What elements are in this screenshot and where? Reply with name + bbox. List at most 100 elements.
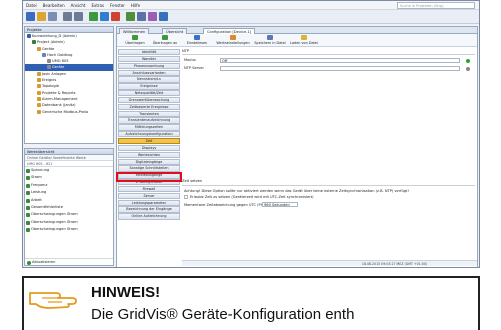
category-button[interactable]: Zeitbasierte Ereignisse <box>118 103 180 111</box>
category-button[interactable]: Netzqualität/Zeit <box>118 90 180 97</box>
read-settings-button[interactable]: Einstellesen <box>183 35 211 45</box>
software-window: Datei Bearbeiten Ansicht Extras Fenster … <box>22 0 480 268</box>
values-panel-title: Werteübersicht <box>27 150 55 154</box>
tree-item-label: Kurzanleitung_D (Admin) <box>32 34 77 38</box>
refresh-button[interactable]: Aktualisieren <box>25 258 113 265</box>
tab-welcome[interactable]: Willkommen <box>119 27 150 34</box>
value-icon <box>26 220 30 225</box>
category-button[interactable]: Grenzwertüberwachung <box>118 96 180 104</box>
folder-icon <box>27 34 31 38</box>
category-button[interactable]: Wertesichten <box>118 151 180 158</box>
tree-item-label: Hoch Goldbug <box>47 52 73 57</box>
separator <box>182 185 475 186</box>
category-button[interactable]: Zeit <box>118 137 180 145</box>
folder-icon <box>47 65 51 70</box>
new-project-icon[interactable] <box>26 12 35 21</box>
value-item[interactable]: Leistung <box>25 189 113 196</box>
main-toolbar <box>23 10 479 24</box>
report-icon[interactable] <box>137 12 146 21</box>
value-icon <box>26 191 30 196</box>
category-button[interactable]: Wandler <box>118 55 180 63</box>
menu-edit[interactable]: Bearbeiten <box>43 3 65 8</box>
redo-icon[interactable] <box>74 12 83 21</box>
value-item[interactable]: Spannung <box>25 167 113 174</box>
category-button[interactable]: Mittelungszeiten <box>118 124 180 131</box>
deviation-value: 960 Sekunden <box>262 202 298 207</box>
globe-icon[interactable] <box>100 12 109 21</box>
value-item-label: Frequenz <box>31 182 48 187</box>
category-button[interactable]: Phasenzuordnung <box>118 62 180 70</box>
category-button[interactable]: Transientenaufzeichnung <box>118 117 180 124</box>
category-button[interactable]: Online Aufzeichnung <box>118 213 180 220</box>
allow-time-checkbox[interactable] <box>184 195 188 199</box>
category-button[interactable]: Leistungsparameter <box>118 199 180 206</box>
open-project-icon[interactable] <box>37 12 46 21</box>
transfer-to-button[interactable]: Übertragen an <box>151 35 179 45</box>
category-button[interactable]: Bezeichnung der Eingänge <box>118 206 180 213</box>
value-icon <box>26 205 30 210</box>
save-to-file-button[interactable]: Speichern in Datei <box>253 35 287 45</box>
allow-time-label: Erlaube Zeit zu setzen (Geräterzeit wird… <box>190 195 314 199</box>
folder-icon <box>47 59 51 64</box>
value-item[interactable]: Frequenz <box>25 182 113 189</box>
search-input[interactable]: Suche in Projekten (Strg) <box>397 2 475 9</box>
refresh-icon <box>27 260 31 265</box>
value-item-label: Spannung <box>31 168 50 172</box>
folder-icon <box>37 84 41 89</box>
ntp-server-input[interactable] <box>220 66 460 71</box>
category-button[interactable]: Sonstige Schnittstellen <box>118 165 180 172</box>
device-online-icon[interactable] <box>89 12 98 21</box>
save-file-icon <box>267 35 273 40</box>
transfer-button[interactable]: Übertragen <box>121 35 149 45</box>
grid-icon[interactable] <box>159 12 168 21</box>
category-button[interactable]: Ereignisse <box>118 83 180 90</box>
folder-icon <box>37 46 41 51</box>
category-button[interactable]: Transienten <box>118 110 180 117</box>
menu-help[interactable]: Hilfe <box>131 3 140 8</box>
value-item[interactable]: Oberschwingungen Strom <box>25 226 113 233</box>
hint-title: HINWEIS! <box>91 284 161 301</box>
value-item[interactable]: Gesamtfehlerliste <box>25 204 113 211</box>
category-button[interactable]: Server <box>118 192 180 200</box>
tab-overview[interactable]: Übersicht <box>162 27 188 34</box>
value-item-label: Oberschwingungen Strom <box>31 227 78 232</box>
folder-icon <box>37 90 41 95</box>
read-settings-label: Einstellesen <box>186 41 208 45</box>
value-item-label: Leistung <box>31 190 47 195</box>
read-settings-icon <box>194 35 200 40</box>
menu-tools[interactable]: Extras <box>91 3 104 8</box>
tab-configuration[interactable]: Configuration [Device-1] <box>203 27 256 34</box>
tree-item[interactable]: Generische Modbus-Proto <box>25 109 113 115</box>
category-button[interactable]: Firewall <box>118 185 180 193</box>
tree-item-label: Geräte <box>52 65 65 70</box>
status-ok-icon <box>466 58 470 63</box>
save-icon[interactable] <box>48 12 57 21</box>
category-button[interactable]: Nennstrom/Ln <box>118 76 180 83</box>
value-item[interactable]: Arbeit <box>25 197 113 204</box>
value-icon <box>26 183 30 188</box>
category-button[interactable]: Aufzeichnungskonfiguration <box>118 131 180 138</box>
undo-icon[interactable] <box>63 12 72 21</box>
menu-window[interactable]: Fenster <box>110 3 125 8</box>
menu-view[interactable]: Ansicht <box>71 3 86 8</box>
factory-settings-button[interactable]: Werkseinstellungen <box>215 35 251 45</box>
menu-file[interactable]: Datei <box>26 3 37 8</box>
tools-icon[interactable] <box>111 12 120 21</box>
modus-select[interactable]: Off <box>220 58 460 63</box>
editor-toolbar: Übertragen Übertragen an Einstellesen We… <box>117 34 477 47</box>
category-button[interactable]: Digitaleingänge <box>118 158 180 165</box>
load-from-file-button[interactable]: Laden von Datei <box>289 35 319 45</box>
value-item[interactable]: Oberschwingungen Strom <box>25 211 113 218</box>
save-to-file-label: Speichern in Datei <box>254 41 286 45</box>
folder-icon <box>32 40 36 45</box>
folder-icon <box>37 78 41 83</box>
value-item[interactable]: Strom <box>25 174 113 181</box>
value-item[interactable]: Oberschwingungen Strom <box>25 219 113 226</box>
warning-text: Achtung! Diese Option sollte nur aktivie… <box>184 189 409 193</box>
settings-icon[interactable] <box>148 12 157 21</box>
category-button[interactable]: Displays <box>118 144 180 152</box>
chart-icon[interactable] <box>126 12 135 21</box>
category-button[interactable]: Anschlussvarianten <box>118 69 180 76</box>
category-button[interactable]: Identität <box>118 49 180 56</box>
folder-icon <box>37 103 41 108</box>
